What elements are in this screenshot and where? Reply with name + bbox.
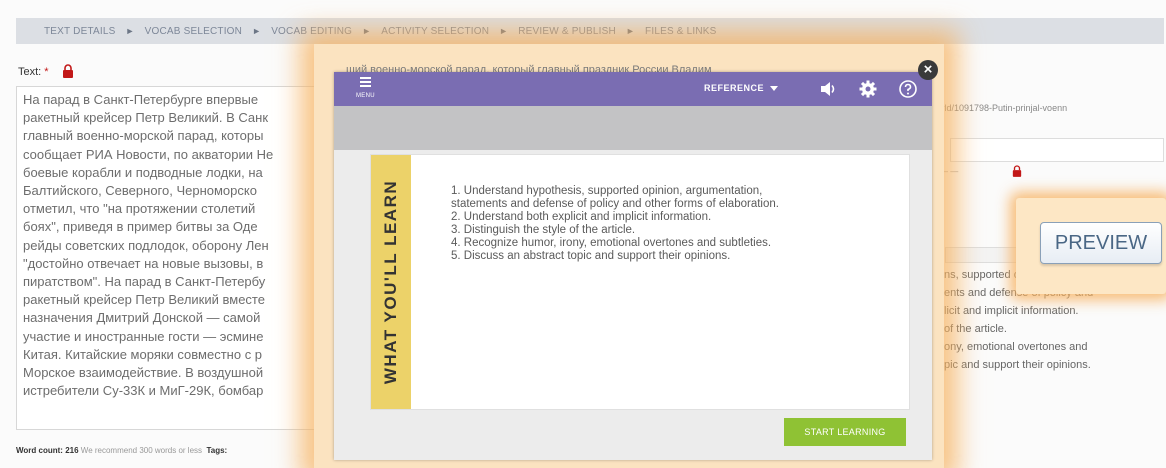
close-icon[interactable]: ×	[918, 60, 938, 80]
objective-line: statements and defense of policy and oth…	[451, 198, 779, 210]
text-line: боях", приведя в пример битвы за Оде	[23, 219, 258, 235]
text-line: Балтийского, Северного, Черноморско	[23, 183, 257, 199]
objective-line: 1. Understand hypothesis, supported opin…	[451, 185, 763, 197]
lock-icon	[63, 64, 73, 78]
text-line: главный военно-морской парад, которы	[23, 128, 264, 144]
gear-icon[interactable]	[858, 79, 878, 99]
help-icon[interactable]	[898, 79, 918, 99]
reference-label: REFERENCE	[704, 83, 765, 93]
objective-line: 2. Understand both explicit and implicit…	[451, 211, 712, 223]
text-line: Морское взаимодействие. В воздушной	[23, 365, 264, 381]
right-input-field[interactable]	[950, 138, 1164, 162]
editor-page: TEXT DETAILS ► VOCAB SELECTION ► VOCAB E…	[0, 0, 1166, 468]
text-field-label: Text: *	[18, 66, 49, 78]
word-count-value: 216	[65, 446, 79, 455]
text-line: боевые корабли и подводные лодки, на	[23, 164, 263, 180]
objectives-list: 1. Understand hypothesis, supported opin…	[451, 185, 779, 263]
menu-button[interactable]: MENU	[356, 74, 376, 102]
step-separator-icon: ►	[362, 26, 372, 36]
learn-tab-title: WHAT YOU'LL LEARN	[381, 179, 400, 385]
caret-down-icon	[770, 86, 779, 92]
text-line: ракетный крейсер Петр Великий. В Санк	[23, 110, 269, 126]
text-line: назначения Дмитрий Донской — самой	[23, 310, 261, 326]
text-line: участие и иностранные гости — эсмине	[23, 328, 264, 344]
right-line: pic and support their opinions.	[944, 359, 1091, 371]
text-line: сообщает РИА Новости, по акватории Не	[23, 146, 274, 162]
modal-top-bar: MENU REFERENCE	[334, 72, 932, 106]
menu-icon	[360, 77, 371, 89]
text-line: истребители Су-33К и МиГ-29К, бомбар	[23, 383, 264, 399]
step-vocab-selection[interactable]: VOCAB SELECTION	[145, 26, 242, 37]
step-separator-icon: ►	[625, 26, 636, 36]
preview-button[interactable]: PREVIEW	[1040, 222, 1162, 264]
text-line: "достойно отвечает на новые вызовы, в	[23, 255, 264, 271]
learn-preview-modal: MENU REFERENCE WHAT YOU'LL LEARN 1. Unde…	[334, 72, 932, 460]
step-text-details[interactable]: TEXT DETAILS	[44, 26, 116, 37]
step-separator-icon: ►	[499, 26, 509, 36]
learning-objectives-card: WHAT YOU'LL LEARN 1. Understand hypothes…	[370, 154, 910, 410]
text-line: пиратством". На парад в Санкт-Петербу	[23, 274, 266, 290]
right-line: ony, emotional overtones and	[944, 341, 1088, 353]
learn-tab: WHAT YOU'LL LEARN	[371, 155, 411, 409]
step-files-links[interactable]: FILES & LINKS	[645, 26, 717, 37]
right-line: of the article.	[944, 323, 1007, 335]
reference-dropdown[interactable]: REFERENCE	[704, 83, 779, 93]
step-vocab-editing[interactable]: VOCAB EDITING	[271, 26, 352, 37]
word-count-hint: We recommend 300 words or less	[80, 446, 203, 455]
step-review-publish[interactable]: REVIEW & PUBLISH	[518, 26, 616, 37]
objective-line: 5. Discuss an abstract topic and support…	[451, 250, 731, 262]
step-separator-icon: ►	[252, 26, 262, 36]
modal-subheader	[334, 106, 932, 150]
right-toolbar[interactable]	[945, 247, 1017, 263]
right-line: licit and implicit information.	[944, 305, 1079, 317]
text-label: Text:	[18, 66, 42, 78]
tags-label: Tags:	[206, 446, 228, 455]
menu-label: MENU	[356, 93, 375, 99]
lock-icon	[1012, 165, 1022, 177]
objective-line: 3. Distinguish the style of the article.	[451, 224, 636, 236]
text-line: ракетный крейсер Петр Великий вместе	[23, 292, 265, 308]
article-text-area[interactable]: На парад в Санкт-Петербурге впервые раке…	[16, 86, 346, 430]
word-count-row: Word count: 216 We recommend 300 words o…	[16, 446, 227, 455]
volume-icon[interactable]	[818, 79, 838, 99]
objective-line: 4. Recognize humor, irony, emotional ove…	[451, 237, 772, 249]
wizard-steps: TEXT DETAILS ► VOCAB SELECTION ► VOCAB E…	[16, 18, 1164, 44]
step-activity-selection[interactable]: ACTIVITY SELECTION	[381, 26, 489, 37]
text-line: На парад в Санкт-Петербурге впервые	[23, 92, 259, 107]
word-count-label: Word count:	[16, 446, 63, 455]
source-url[interactable]: world/1091798-Putin-prinjal-voenn	[930, 103, 1067, 113]
text-line: рейды советских подлодок, оборону Лен	[23, 237, 269, 253]
step-separator-icon: ►	[125, 26, 135, 36]
text-line: отметил, что "на протяжении столетий	[23, 201, 256, 217]
required-mark: *	[44, 66, 49, 78]
start-learning-button[interactable]: START LEARNING	[784, 418, 906, 446]
text-line: Китая. Китайские моряки совместно с р	[23, 346, 263, 362]
